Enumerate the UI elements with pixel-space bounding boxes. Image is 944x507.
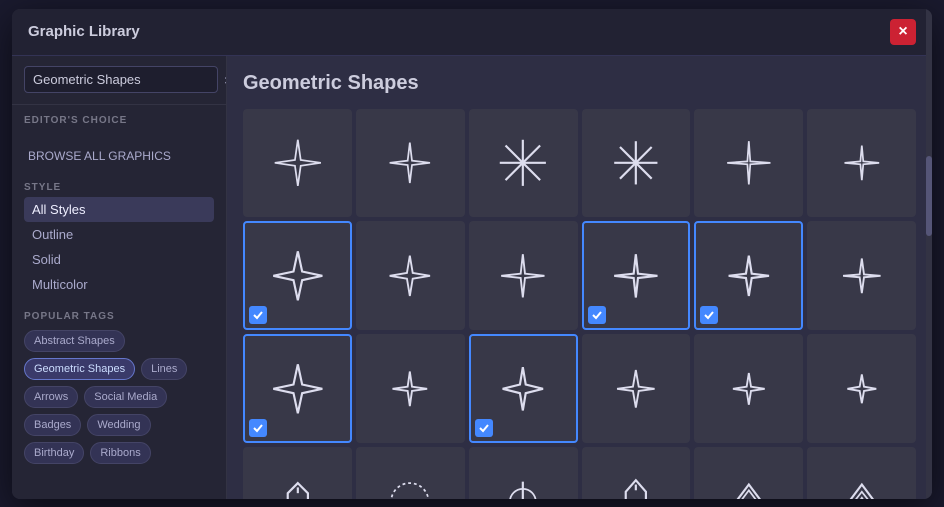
grid-cell[interactable] (694, 221, 803, 330)
tags-label: POPULAR TAGS (24, 311, 214, 322)
style-all[interactable]: All Styles (24, 197, 214, 222)
grid-cell[interactable] (694, 447, 803, 498)
grid-cell[interactable] (694, 109, 803, 218)
modal-body: × EDITOR'S CHOICE BROWSE ALL GRAPHICS ST… (12, 56, 932, 499)
grid-cell[interactable] (356, 109, 465, 218)
grid-cell[interactable] (356, 447, 465, 498)
style-multicolor[interactable]: Multicolor (24, 272, 214, 297)
selected-check-badge (249, 306, 267, 324)
tag-badges[interactable]: Badges (24, 414, 81, 436)
selected-check-badge (475, 419, 493, 437)
style-outline[interactable]: Outline (24, 222, 214, 247)
main-section-title: Geometric Shapes (243, 72, 916, 95)
browse-graphics-link[interactable]: BROWSE ALL GRAPHICS (24, 144, 214, 168)
grid-cell[interactable] (356, 221, 465, 330)
style-section: STYLE All Styles Outline Solid Multicolo… (12, 172, 226, 301)
editors-choice-label: EDITOR'S CHOICE (24, 115, 214, 126)
grid-cell[interactable] (243, 109, 352, 218)
close-button[interactable]: × (890, 19, 916, 45)
selected-check-badge (700, 306, 718, 324)
main-content: Geometric Shapes (227, 56, 932, 499)
tag-social-media[interactable]: Social Media (84, 386, 167, 408)
tag-wedding[interactable]: Wedding (87, 414, 150, 436)
editors-choice-section: EDITOR'S CHOICE (12, 105, 226, 134)
tag-abstract-shapes[interactable]: Abstract Shapes (24, 330, 125, 352)
search-bar: × (12, 56, 226, 105)
grid-cell[interactable] (243, 447, 352, 498)
tag-birthday[interactable]: Birthday (24, 442, 84, 464)
sidebar: × EDITOR'S CHOICE BROWSE ALL GRAPHICS ST… (12, 56, 227, 499)
selected-check-badge (588, 306, 606, 324)
grid-cell[interactable] (469, 447, 578, 498)
tag-lines[interactable]: Lines (141, 358, 187, 380)
style-solid[interactable]: Solid (24, 247, 214, 272)
grid-cell[interactable] (582, 334, 691, 443)
tag-geometric-shapes[interactable]: Geometric Shapes (24, 358, 135, 380)
tag-arrows[interactable]: Arrows (24, 386, 78, 408)
scrollbar-track[interactable] (926, 56, 932, 499)
grid-cell[interactable] (469, 109, 578, 218)
graphic-library-modal: Graphic Library × × EDITOR'S CHOICE (12, 9, 932, 499)
scrollbar-thumb[interactable] (926, 156, 932, 236)
search-input[interactable] (24, 66, 218, 93)
tag-ribbons[interactable]: Ribbons (90, 442, 150, 464)
grid-cell[interactable] (243, 221, 352, 330)
grid-cell[interactable] (807, 109, 916, 218)
style-label: STYLE (24, 182, 214, 193)
grid-cell[interactable] (582, 221, 691, 330)
browse-graphics-section: BROWSE ALL GRAPHICS (12, 134, 226, 172)
grid-cell[interactable] (807, 221, 916, 330)
modal-title: Graphic Library (28, 23, 140, 40)
grid-cell[interactable] (582, 109, 691, 218)
grid-cell[interactable] (356, 334, 465, 443)
selected-check-badge (249, 419, 267, 437)
grid-cell[interactable] (243, 334, 352, 443)
tags-grid: Abstract Shapes Geometric Shapes Lines A… (24, 330, 214, 464)
grid-cell[interactable] (469, 334, 578, 443)
grid-cell[interactable] (694, 334, 803, 443)
grid-cell[interactable] (582, 447, 691, 498)
graphics-grid (243, 109, 916, 499)
modal-header: Graphic Library × (12, 9, 932, 56)
tags-section: POPULAR TAGS Abstract Shapes Geometric S… (12, 301, 226, 468)
grid-cell[interactable] (807, 334, 916, 443)
grid-cell[interactable] (469, 221, 578, 330)
grid-cell[interactable] (807, 447, 916, 498)
